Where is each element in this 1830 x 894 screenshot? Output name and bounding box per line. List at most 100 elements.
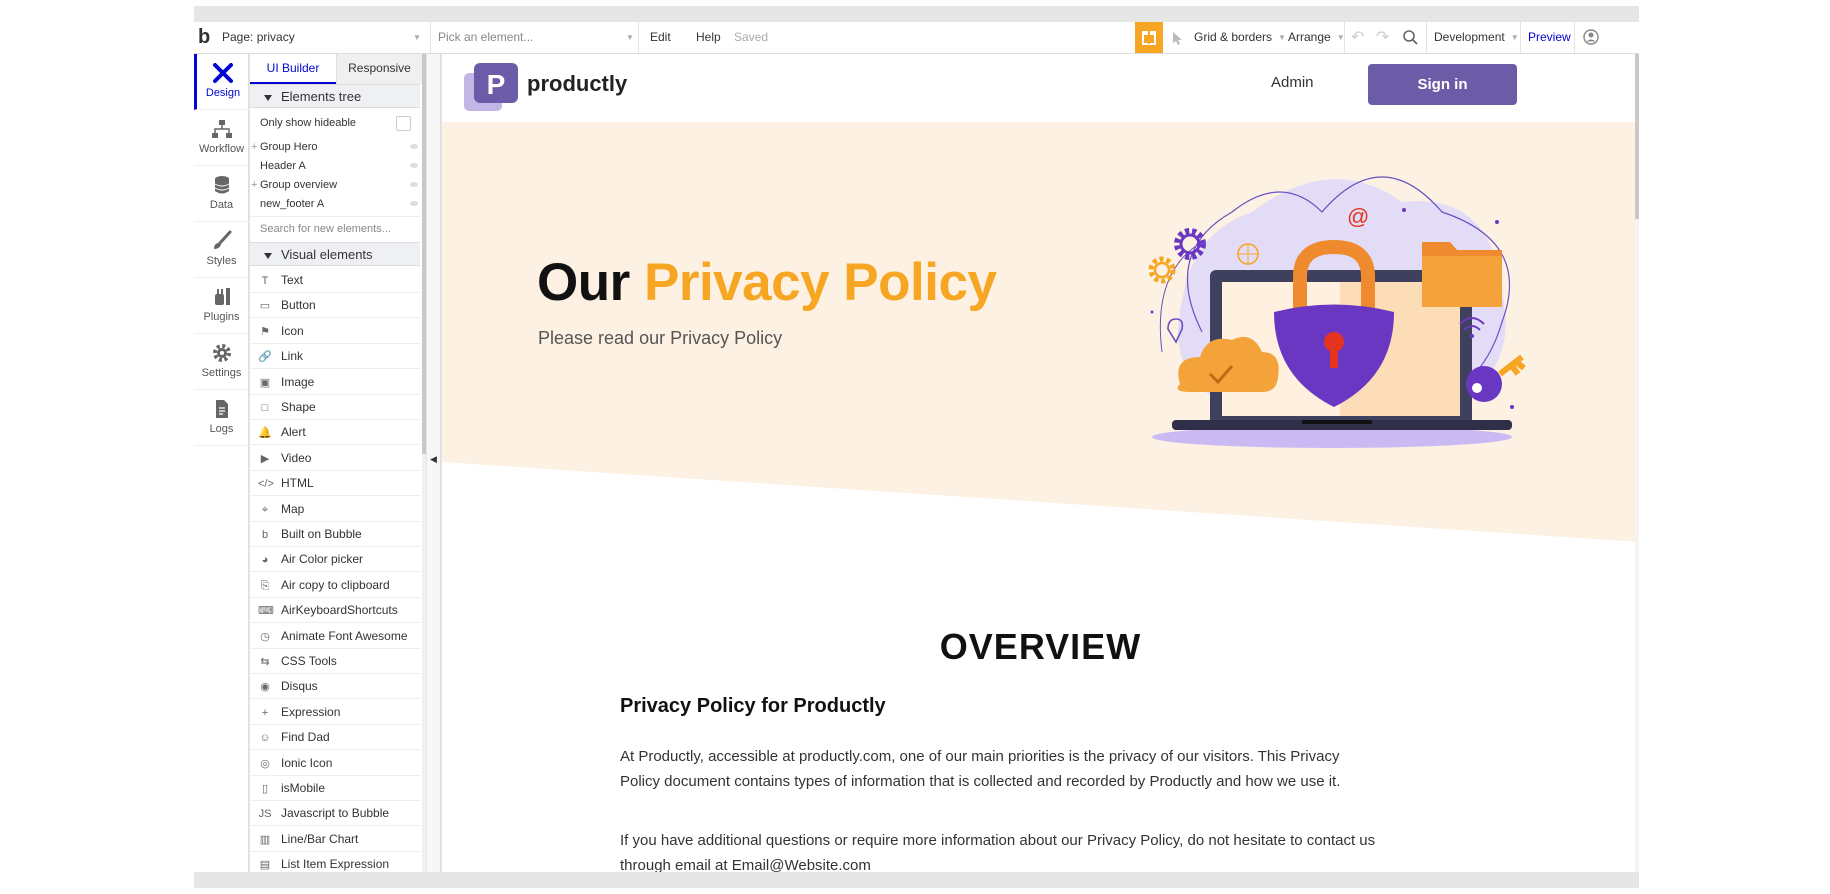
visual-element-item[interactable]: ◎ Ionic Icon	[250, 751, 420, 776]
element-picker-placeholder: Pick an element...	[438, 30, 534, 44]
nav-styles[interactable]: Styles	[194, 222, 249, 278]
visual-element-item[interactable]: ▥ Line/Bar Chart	[250, 827, 420, 852]
tree-item-new-footer-a[interactable]: new_footer A	[250, 195, 420, 214]
tree-item-group-overview[interactable]: + Group overview	[250, 176, 420, 195]
eye-icon[interactable]	[410, 144, 418, 149]
saved-status: Saved	[734, 30, 769, 44]
chevron-left-icon[interactable]: ◀	[430, 454, 437, 465]
element-type-icon: ▤	[259, 859, 271, 872]
visual-element-label: Air copy to clipboard	[281, 577, 390, 592]
visual-element-item[interactable]: 🔗 Link	[250, 344, 420, 370]
paragraph-1-line-2: Policy document contains types of inform…	[620, 773, 1341, 790]
account-icon[interactable]	[1582, 22, 1600, 53]
visual-element-item[interactable]: ▭ Button	[250, 293, 420, 319]
admin-link[interactable]: Admin	[1271, 74, 1314, 91]
tab-ui-builder[interactable]: UI Builder	[250, 54, 336, 84]
chevron-down-icon: ▼	[626, 33, 634, 42]
page-selector[interactable]: Page: privacy ▼	[222, 22, 422, 53]
brand-name[interactable]: productly	[527, 71, 627, 97]
canvas-scrollbar[interactable]	[1635, 54, 1639, 872]
grid-borders-menu[interactable]: Grid & borders ▼	[1194, 22, 1286, 53]
chevron-down-icon: ▼	[1278, 33, 1286, 43]
visual-element-item[interactable]: ☺ Find Dad	[250, 725, 420, 751]
visual-element-item[interactable]: ▶ Video	[250, 446, 420, 471]
visual-element-item[interactable]: T Text	[250, 268, 420, 293]
element-type-icon: b	[261, 529, 269, 541]
visual-element-label: Ionic Icon	[281, 755, 333, 770]
nav-settings-label: Settings	[201, 367, 242, 379]
visual-element-label: Button	[281, 298, 316, 313]
chevron-down-icon: ▼	[1510, 33, 1519, 43]
edit-menu[interactable]: Edit	[650, 22, 671, 53]
element-type-icon: ◕	[261, 554, 269, 567]
visual-element-item[interactable]: JS Javascript to Bubble	[250, 801, 420, 827]
sign-in-button[interactable]: Sign in	[1368, 64, 1517, 105]
nav-logs[interactable]: Logs	[194, 390, 249, 446]
element-picker[interactable]: Pick an element... ▼	[438, 22, 634, 53]
environment-selector[interactable]: Development ▼	[1434, 22, 1519, 53]
element-type-icon: ☺	[259, 732, 271, 745]
redo-icon[interactable]: ↷	[1376, 22, 1394, 53]
collapse-panel-handle[interactable]: ◀	[427, 54, 441, 872]
nav-data[interactable]: Data	[194, 166, 249, 222]
visual-element-item[interactable]: ⎘ Air copy to clipboard	[250, 573, 420, 598]
nav-styles-label: Styles	[206, 255, 237, 267]
visual-element-item[interactable]: + Expression	[250, 700, 420, 725]
nav-design[interactable]: Design	[194, 54, 249, 110]
paragraph-2-line-1: If you have additional questions or requ…	[620, 832, 1376, 849]
visual-element-item[interactable]: ◉ Disqus	[250, 674, 420, 700]
canvas-scrollbar-thumb[interactable]	[1635, 54, 1639, 219]
eye-icon[interactable]	[410, 182, 418, 187]
element-search-input[interactable]: Search for new elements...	[250, 216, 420, 240]
eye-icon[interactable]	[410, 163, 418, 168]
visual-element-item[interactable]: ⇆ CSS Tools	[250, 649, 420, 674]
tab-responsive[interactable]: Responsive	[336, 54, 422, 84]
element-type-icon: +	[261, 706, 269, 719]
search-icon[interactable]	[1401, 22, 1421, 53]
help-menu[interactable]: Help	[696, 22, 721, 53]
visual-element-item[interactable]: </> HTML	[250, 471, 420, 497]
panel-scrollbar-thumb[interactable]	[422, 54, 426, 454]
nav-plugins[interactable]: Plugins	[194, 278, 249, 334]
arrange-menu[interactable]: Arrange ▼	[1288, 22, 1345, 53]
visual-element-item[interactable]: ⌖ Map	[250, 497, 420, 522]
visual-element-item[interactable]: ◕ Air Color picker	[250, 547, 420, 573]
visual-element-item[interactable]: ⚑ Icon	[250, 319, 420, 344]
paragraph-1-line-1: At Productly, accessible at productly.co…	[620, 748, 1340, 765]
triangle-down-icon	[264, 94, 272, 101]
element-type-icon: JS	[258, 808, 272, 821]
gift-icon[interactable]	[1135, 22, 1163, 53]
elements-tree-header[interactable]: Elements tree	[250, 84, 420, 108]
visual-element-label: AirKeyboardShortcuts	[281, 603, 398, 618]
paragraph-1: At Productly, accessible at productly.co…	[620, 744, 1340, 794]
visual-element-item[interactable]: 🔔 Alert	[250, 420, 420, 446]
cursor-icon[interactable]	[1168, 22, 1188, 53]
paragraph-2: If you have additional questions or requ…	[620, 828, 1375, 872]
tree-item-group-hero[interactable]: + Group Hero	[250, 138, 420, 157]
visual-element-item[interactable]: b Built on Bubble	[250, 522, 420, 547]
undo-icon[interactable]: ↶	[1351, 22, 1369, 53]
visual-elements-header[interactable]: Visual elements	[250, 242, 420, 266]
nav-settings[interactable]: Settings	[194, 334, 249, 390]
tree-item-header-a[interactable]: Header A	[250, 157, 420, 176]
panel-scrollbar[interactable]	[422, 54, 426, 872]
visual-element-item[interactable]: ▯ isMobile	[250, 776, 420, 801]
visual-element-label: Disqus	[281, 679, 318, 694]
triangle-down-icon	[264, 252, 272, 259]
visual-element-item[interactable]: ▣ Image	[250, 370, 420, 395]
preview-button[interactable]: Preview	[1528, 22, 1571, 53]
hero-title-part-1: Our	[537, 253, 630, 312]
bubble-logo[interactable]: b	[198, 22, 216, 53]
visual-element-item[interactable]: □ Shape	[250, 395, 420, 420]
tree-item-label: Group Hero	[260, 141, 318, 153]
elements-tree-label: Elements tree	[281, 89, 362, 104]
element-type-icon: 🔗	[258, 351, 272, 364]
eye-icon[interactable]	[410, 201, 418, 206]
nav-design-label: Design	[205, 87, 241, 99]
visual-element-item[interactable]: ⌨ AirKeyboardShortcuts	[250, 598, 420, 624]
only-show-hideable-checkbox[interactable]	[396, 116, 411, 131]
panel-tabs: UI Builder Responsive	[250, 54, 426, 84]
nav-workflow[interactable]: Workflow	[194, 110, 249, 166]
element-type-icon: ▥	[259, 833, 271, 846]
visual-element-item[interactable]: ◷ Animate Font Awesome	[250, 624, 420, 649]
